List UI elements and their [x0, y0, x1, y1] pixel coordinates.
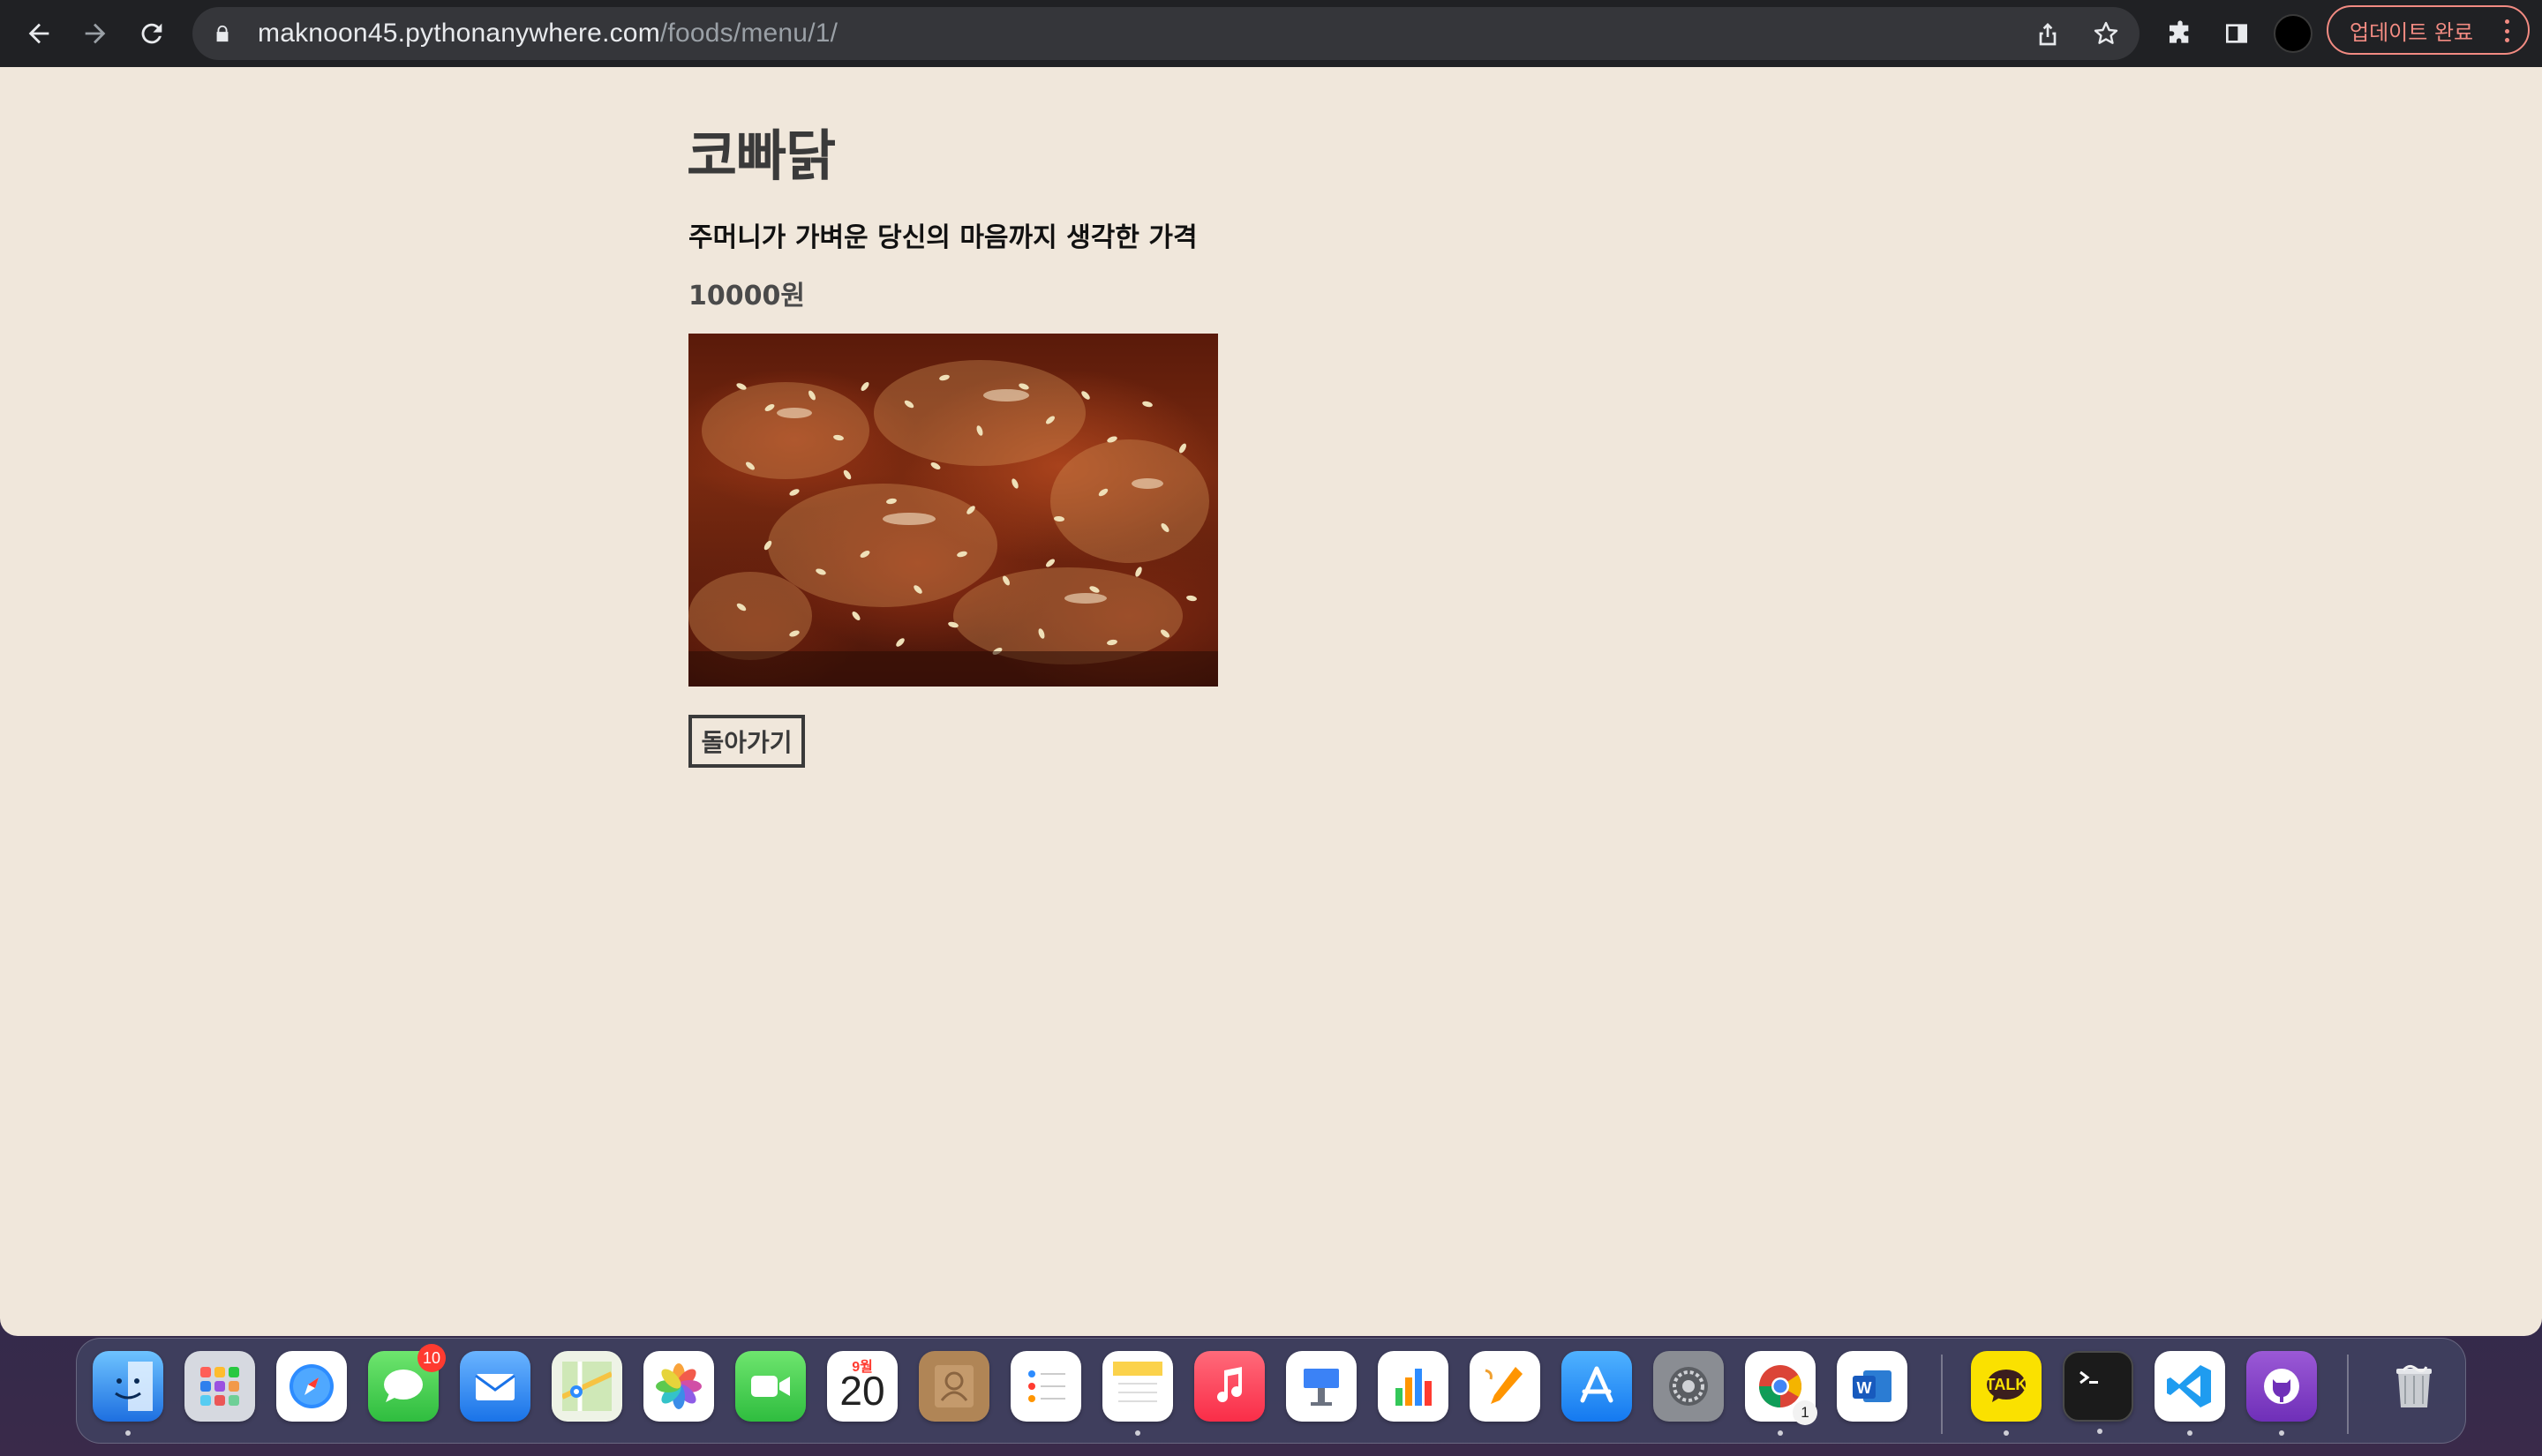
photos-icon[interactable]	[643, 1351, 714, 1422]
side-panel-icon[interactable]	[2215, 12, 2258, 55]
macos-dock: 10 9월 20 1 W TALK	[76, 1338, 2466, 1444]
reload-icon[interactable]	[131, 12, 173, 55]
address-bar[interactable]: maknoon45.pythonanywhere.com/foods/menu/…	[192, 7, 2140, 60]
trash-icon[interactable]	[2379, 1351, 2449, 1422]
keynote-icon[interactable]	[1286, 1351, 1357, 1422]
numbers-icon[interactable]	[1378, 1351, 1448, 1422]
mail-icon[interactable]	[460, 1351, 530, 1422]
update-label: 업데이트 완료	[2350, 19, 2474, 45]
notes-icon[interactable]	[1102, 1351, 1173, 1436]
terminal-icon[interactable]	[2063, 1351, 2133, 1434]
food-photo	[688, 334, 1218, 687]
back-button[interactable]: 돌아가기	[688, 715, 805, 768]
pages-icon[interactable]	[1470, 1351, 1540, 1422]
dock-separator	[1941, 1355, 1943, 1434]
bookmark-star-icon[interactable]	[2085, 12, 2127, 55]
url-text[interactable]: maknoon45.pythonanywhere.com/foods/menu/…	[258, 19, 838, 49]
lock-icon[interactable]	[210, 21, 235, 46]
extensions-puzzle-icon[interactable]	[2159, 12, 2201, 55]
url-path: /foods/menu/1/	[659, 19, 839, 48]
finder-icon[interactable]	[93, 1351, 163, 1436]
page-title: 코빠닭	[687, 124, 836, 188]
dock-separator	[2347, 1355, 2349, 1434]
reminders-icon[interactable]	[1011, 1351, 1081, 1422]
back-arrow-icon[interactable]	[18, 12, 60, 55]
forward-arrow-icon[interactable]	[74, 12, 117, 55]
messages-badge: 10	[417, 1344, 446, 1372]
page-viewport: 코빠닭 주머니가 가벼운 당신의 마음까지 생각한 가격 10000원 돌아가기	[0, 67, 2542, 1336]
safari-icon[interactable]	[276, 1351, 347, 1422]
chrome-window-badge: 1	[1793, 1400, 1817, 1425]
facetime-icon[interactable]	[735, 1351, 806, 1422]
kakaotalk-icon[interactable]: TALK	[1971, 1351, 2042, 1436]
more-vert-icon	[2505, 19, 2510, 42]
calendar-day: 20	[839, 1368, 885, 1414]
system-preferences-icon[interactable]	[1653, 1351, 1724, 1422]
word-icon[interactable]: W	[1837, 1351, 1907, 1422]
kakaotalk-label: TALK	[1985, 1376, 2027, 1393]
music-icon[interactable]	[1194, 1351, 1265, 1422]
calendar-icon[interactable]: 9월 20	[827, 1351, 898, 1422]
svg-text:W: W	[1857, 1379, 1872, 1397]
update-button[interactable]: 업데이트 완료	[2327, 5, 2530, 55]
share-icon[interactable]	[2027, 12, 2069, 55]
menu-description: 주머니가 가벼운 당신의 마음까지 생각한 가격	[688, 222, 1198, 253]
messages-icon[interactable]: 10	[368, 1344, 446, 1422]
app-store-icon[interactable]	[1561, 1351, 1632, 1422]
maps-icon[interactable]	[552, 1351, 622, 1422]
profile-avatar[interactable]	[2274, 14, 2313, 53]
browser-toolbar: maknoon45.pythonanywhere.com/foods/menu/…	[0, 0, 2542, 67]
launchpad-icon[interactable]	[184, 1351, 255, 1422]
github-desktop-icon[interactable]	[2246, 1351, 2317, 1436]
chrome-icon[interactable]: 1	[1745, 1351, 1817, 1436]
url-host: maknoon45.pythonanywhere.com	[258, 19, 660, 48]
vscode-icon[interactable]	[2155, 1351, 2225, 1436]
menu-price: 10000원	[688, 281, 805, 311]
contacts-icon[interactable]	[919, 1351, 989, 1422]
